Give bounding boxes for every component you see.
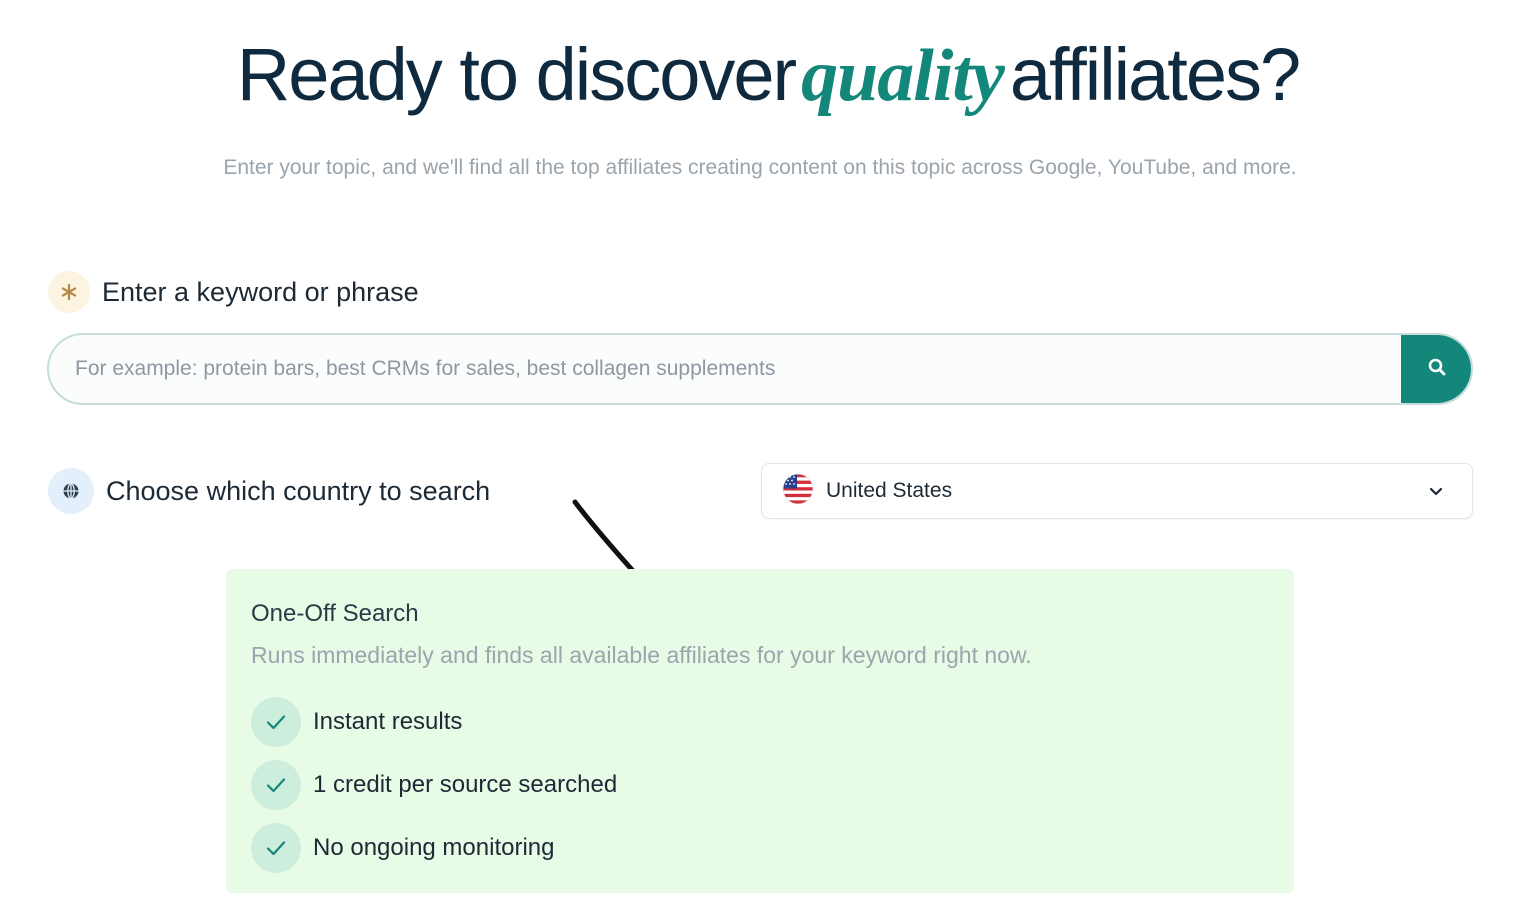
globe-icon [48, 468, 94, 514]
feature-item: Instant results [251, 697, 1269, 747]
page-subtitle: Enter your topic, and we'll find all the… [223, 156, 1297, 179]
check-icon [251, 823, 301, 873]
keyword-search-bar [47, 333, 1473, 405]
keyword-step-label: Enter a keyword or phrase [102, 276, 419, 307]
search-icon [1427, 357, 1447, 382]
country-step-label: Choose which country to search [106, 475, 491, 506]
title-accent-word: quality [801, 35, 1005, 117]
page-title: Ready to discoverqualityaffiliates? [0, 30, 1536, 121]
title-text-after: affiliates? [1009, 33, 1301, 116]
feature-item: No ongoing monitoring [251, 823, 1269, 873]
card-title: One-Off Search [251, 600, 419, 627]
page: Ready to discoverqualityaffiliates? Ente… [0, 0, 1536, 924]
keyword-input[interactable] [49, 335, 1401, 403]
one-off-search-card[interactable]: One-Off Search Runs immediately and find… [226, 569, 1294, 893]
check-icon [251, 697, 301, 747]
check-icon [251, 760, 301, 810]
feature-item: 1 credit per source searched [251, 760, 1269, 810]
chevron-down-icon [1422, 477, 1450, 505]
card-description: Runs immediately and finds all available… [251, 642, 1032, 668]
feature-label: Instant results [313, 708, 463, 735]
country-step-header: Choose which country to search [48, 468, 490, 514]
feature-label: 1 credit per source searched [313, 771, 618, 798]
search-button[interactable] [1401, 335, 1471, 403]
title-text-before: Ready to discover [236, 33, 797, 116]
us-flag-icon [782, 473, 814, 510]
asterisk-icon [48, 271, 90, 313]
keyword-step-header: Enter a keyword or phrase [48, 271, 419, 313]
feature-label: No ongoing monitoring [313, 834, 555, 861]
country-dropdown[interactable]: United States [761, 463, 1473, 519]
selected-country: United States [826, 479, 953, 502]
